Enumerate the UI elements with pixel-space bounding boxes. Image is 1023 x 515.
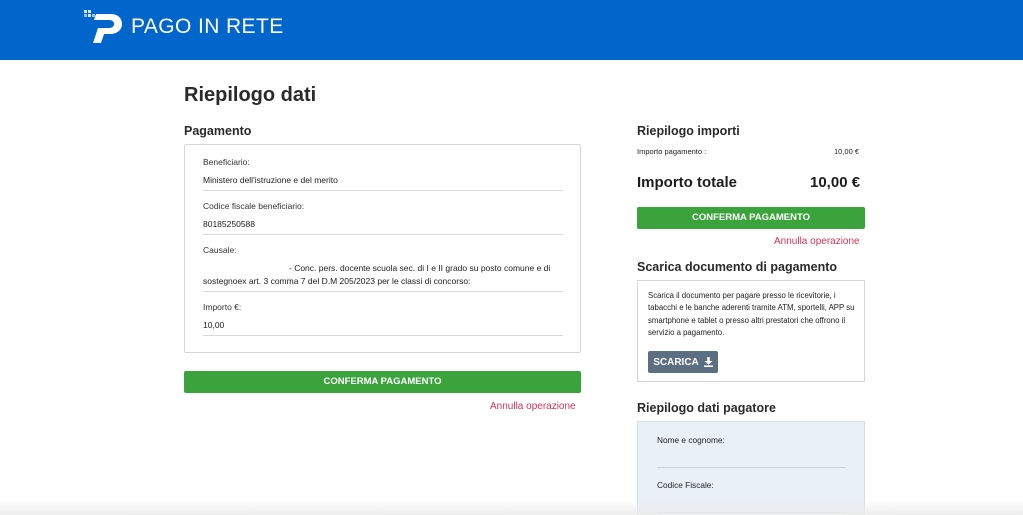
download-document-card: Scarica il documento per pagare presso l… (637, 280, 865, 382)
total-amount-label: Importo totale (637, 174, 737, 191)
amount-label: Importo €: (203, 302, 242, 312)
field-beneficiary-tax-code: Codice fiscale beneficiario: 80185250588 (203, 201, 563, 235)
payer-summary-title: Riepilogo dati pagatore (637, 401, 776, 415)
sidebar-confirm-payment-button[interactable]: CONFERMA PAGAMENTO (637, 207, 865, 229)
field-beneficiary: Beneficiario: Ministero dell'istruzione … (203, 157, 563, 191)
download-document-title: Scarica documento di pagamento (637, 260, 838, 274)
tax-code-value: 80185250588 (203, 219, 256, 229)
bottom-fade (0, 500, 1023, 515)
page-title: Riepilogo dati (184, 84, 317, 106)
amount-value: 10,00 (203, 320, 225, 330)
download-button-label: SCARICA (653, 356, 699, 368)
causale-value-line-2: sostegnoex art. 3 comma 7 del D.M 205/20… (203, 276, 471, 286)
pago-in-rete-logo[interactable] (84, 10, 124, 44)
sidebar-cancel-operation-link[interactable]: Annulla operazione (774, 236, 860, 247)
tax-code-label: Codice fiscale beneficiario: (203, 201, 305, 211)
beneficiary-value: Ministero dell'istruzione e del merito (203, 175, 338, 185)
payment-section-title: Pagamento (184, 124, 252, 138)
top-bar: PAGO IN RETE (0, 0, 1023, 60)
brand-name: PAGO IN RETE (131, 15, 284, 38)
causale-label: Causale: (203, 245, 237, 255)
payer-tax-code-label: Codice Fiscale: (657, 480, 714, 490)
payment-details-card: Beneficiario: Ministero dell'istruzione … (184, 144, 581, 353)
causale-value-line-1: - Conc. pers. docente scuola sec. di I e… (289, 263, 551, 273)
cancel-operation-link[interactable]: Annulla operazione (490, 401, 576, 412)
field-causale: Causale: - Conc. pers. docente scuola se… (203, 245, 563, 292)
download-icon (703, 357, 713, 367)
download-document-text: Scarica il documento per pagare presso l… (648, 291, 855, 338)
confirm-payment-button[interactable]: CONFERMA PAGAMENTO (184, 371, 581, 393)
field-amount: Importo €: 10,00 (203, 302, 563, 336)
payment-amount-value: 10,00 € (834, 147, 860, 156)
payment-amount-label: Importo pagamento : (637, 147, 707, 156)
download-button[interactable]: SCARICA (648, 351, 718, 373)
amount-summary-title: Riepilogo importi (637, 124, 740, 138)
beneficiary-label: Beneficiario: (203, 157, 250, 167)
total-amount-value: 10,00 € (810, 174, 861, 191)
payer-name-label: Nome e cognome: (657, 435, 725, 445)
payer-name-field (657, 467, 846, 468)
